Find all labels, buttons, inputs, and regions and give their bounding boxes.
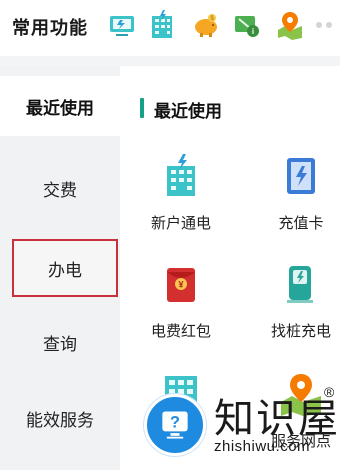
location-map-icon[interactable] — [276, 10, 304, 40]
header-bar: 常用功能 $ i — [0, 0, 340, 56]
new-household-power-icon — [167, 154, 195, 196]
svg-text:i: i — [252, 27, 254, 36]
svg-text:?: ? — [170, 414, 180, 432]
sidebar-item-label: 查询 — [43, 334, 77, 354]
charging-info-icon[interactable]: i — [232, 10, 260, 40]
sidebar-item-payment[interactable]: 交费 — [0, 158, 120, 218]
section-title: 最近使用 — [154, 102, 222, 121]
grid-item-recharge-card[interactable]: 充值卡 — [246, 154, 340, 244]
grid-item-label: 找桩充电 — [270, 323, 331, 340]
grid-item-label: 充值卡 — [278, 215, 324, 232]
section-accent-bar — [140, 98, 144, 118]
building-power-icon[interactable] — [148, 10, 176, 40]
grid-item-new-household[interactable]: 新户通电 — [126, 154, 236, 244]
watermark-logo-icon: ? — [144, 394, 206, 456]
sidebar-item-apply-power[interactable]: 办电 — [12, 239, 118, 297]
more-icon[interactable] — [316, 20, 340, 30]
watermark-url: zhishiwu.com — [214, 438, 311, 455]
svg-text:¥: ¥ — [178, 280, 183, 290]
grid-item-red-envelope[interactable]: ¥ 电费红包 — [126, 262, 236, 352]
watermark: ? 知识屋 ® zhishiwu.com — [140, 380, 340, 470]
sidebar-item-label: 交费 — [43, 180, 77, 200]
grid-item-find-charger[interactable]: 找桩充电 — [246, 262, 340, 352]
watermark-text: 知识屋 — [214, 396, 340, 442]
sidebar-item-label: 能效服务 — [26, 410, 94, 430]
sidebar: 最近使用 交费 办电 查询 能效服务 — [0, 66, 120, 470]
sidebar-item-query[interactable]: 查询 — [0, 312, 120, 372]
sidebar-item-label: 最近使用 — [26, 98, 94, 118]
sidebar-item-recent[interactable]: 最近使用 — [0, 76, 120, 136]
recharge-card-icon — [287, 158, 315, 194]
sidebar-item-label: 办电 — [48, 260, 82, 280]
grid-item-label: 电费红包 — [150, 323, 211, 340]
charging-station-icon — [287, 266, 313, 303]
sidebar-item-energy-service[interactable]: 能效服务 — [0, 388, 120, 448]
red-envelope-icon: ¥ — [167, 268, 195, 302]
grid-item-label: 新户通电 — [150, 215, 211, 232]
watermark-registered: ® — [324, 384, 335, 400]
header-title: 常用功能 — [12, 18, 88, 38]
monitor-icon[interactable] — [108, 10, 136, 40]
piggy-bank-icon[interactable]: $ — [192, 10, 220, 40]
